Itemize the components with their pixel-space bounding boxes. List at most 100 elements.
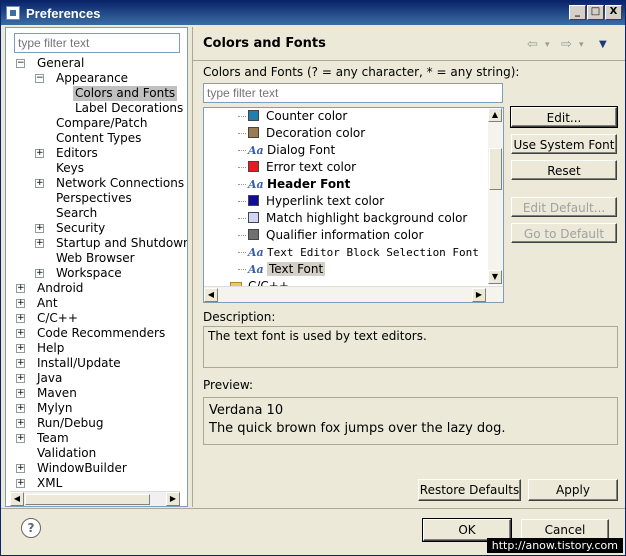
tree-connector bbox=[238, 167, 246, 168]
scroll-right-icon[interactable]: ▶ bbox=[472, 288, 486, 302]
back-arrow-icon[interactable]: ⇦ bbox=[527, 37, 538, 52]
tree-filter-input[interactable] bbox=[14, 33, 180, 53]
forward-arrow-icon[interactable]: ⇨ bbox=[561, 37, 572, 52]
expand-icon[interactable]: + bbox=[16, 479, 25, 488]
tree-item[interactable]: + Mylyn bbox=[6, 401, 187, 416]
tree-item[interactable]: Content Types bbox=[6, 131, 187, 146]
color-item[interactable]: Hyperlink text color bbox=[248, 193, 384, 210]
color-item[interactable]: Decoration color bbox=[248, 125, 365, 142]
tree-item[interactable]: + WindowBuilder bbox=[6, 461, 187, 476]
scroll-right-icon[interactable]: ▶ bbox=[166, 492, 180, 506]
edit-default-button[interactable]: Edit Default... bbox=[511, 197, 617, 217]
use-system-font-button[interactable]: Use System Font bbox=[511, 134, 617, 154]
expand-icon[interactable]: + bbox=[16, 284, 25, 293]
tree-item[interactable]: + Run/Debug bbox=[6, 416, 187, 431]
font-item[interactable]: Aa Text Font bbox=[248, 261, 326, 278]
item-label: Qualifier information color bbox=[266, 228, 424, 242]
scroll-thumb[interactable] bbox=[489, 148, 502, 190]
expand-icon[interactable]: + bbox=[16, 299, 25, 308]
tree-item[interactable]: + Security bbox=[6, 221, 187, 236]
tree-connector bbox=[238, 235, 246, 236]
tree-connector bbox=[238, 150, 246, 151]
back-history-chevron-icon[interactable]: ▾ bbox=[545, 40, 550, 50]
tree-item[interactable]: + C/C++ bbox=[6, 311, 187, 326]
tree-item[interactable]: Colors and Fonts bbox=[6, 86, 187, 101]
edit-button[interactable]: Edit... bbox=[510, 106, 618, 128]
tree-item[interactable]: + XML bbox=[6, 476, 187, 488]
reset-button[interactable]: Reset bbox=[511, 160, 617, 180]
expand-icon[interactable]: + bbox=[35, 179, 44, 188]
apply-button[interactable]: Apply bbox=[528, 479, 618, 501]
scroll-thumb[interactable] bbox=[25, 494, 150, 505]
expand-icon[interactable]: + bbox=[35, 269, 44, 278]
tree-item[interactable]: + Startup and Shutdown bbox=[6, 236, 187, 251]
scroll-left-icon[interactable]: ◀ bbox=[204, 288, 218, 302]
tree-item[interactable]: + Help bbox=[6, 341, 187, 356]
expand-icon[interactable]: + bbox=[16, 464, 25, 473]
color-item[interactable]: Qualifier information color bbox=[248, 227, 423, 244]
expand-icon[interactable]: + bbox=[16, 374, 25, 383]
tree-item[interactable]: + Network Connections bbox=[6, 176, 187, 191]
preferences-window: Preferences _ □ X −General−AppearanceCol… bbox=[0, 0, 626, 556]
minimize-button[interactable]: _ bbox=[569, 5, 586, 20]
expand-icon[interactable]: + bbox=[16, 434, 25, 443]
font-item[interactable]: Aa Text Editor Block Selection Font bbox=[248, 244, 479, 261]
tree-item[interactable]: Label Decorations bbox=[6, 101, 187, 116]
color-swatch-icon bbox=[248, 212, 259, 223]
scroll-down-icon[interactable]: ▼ bbox=[488, 270, 502, 284]
color-item[interactable]: Match highlight background color bbox=[248, 210, 467, 227]
tree-item[interactable]: − Appearance bbox=[6, 71, 187, 86]
expand-icon[interactable]: + bbox=[16, 359, 25, 368]
colors-filter-input[interactable] bbox=[203, 83, 503, 103]
tree-item[interactable]: + Install/Update bbox=[6, 356, 187, 371]
forward-history-chevron-icon[interactable]: ▾ bbox=[579, 40, 584, 50]
font-item[interactable]: Aa Dialog Font bbox=[248, 142, 335, 159]
tree-item[interactable]: − General bbox=[6, 56, 187, 71]
expand-icon[interactable]: + bbox=[16, 329, 25, 338]
tree-horizontal-scrollbar[interactable]: ◀ ▶ bbox=[10, 491, 180, 506]
collapse-icon[interactable]: − bbox=[16, 59, 25, 68]
tree-item-label: Security bbox=[56, 221, 106, 235]
tree-item-label: Perspectives bbox=[56, 191, 132, 205]
expand-icon[interactable]: + bbox=[16, 419, 25, 428]
tree-item[interactable]: + Android bbox=[6, 281, 187, 296]
maximize-button[interactable]: □ bbox=[587, 5, 604, 20]
tree-item[interactable]: Perspectives bbox=[6, 191, 187, 206]
tree-item[interactable]: + Team bbox=[6, 431, 187, 446]
item-label: Counter color bbox=[266, 109, 348, 123]
tree-item[interactable]: + Workspace bbox=[6, 266, 187, 281]
tree-item[interactable]: + Editors bbox=[6, 146, 187, 161]
tree-item-label: Colors and Fonts bbox=[73, 86, 178, 101]
tree-item[interactable]: Compare/Patch bbox=[6, 116, 187, 131]
expand-icon[interactable]: + bbox=[16, 344, 25, 353]
restore-defaults-button[interactable]: Restore Defaults bbox=[418, 479, 521, 501]
tree-item[interactable]: + Maven bbox=[6, 386, 187, 401]
expand-icon[interactable]: + bbox=[16, 389, 25, 398]
title-bar[interactable]: Preferences _ □ X bbox=[1, 1, 625, 25]
tree-item[interactable]: + Ant bbox=[6, 296, 187, 311]
expand-icon[interactable]: + bbox=[35, 224, 44, 233]
tree-item[interactable]: + Code Recommenders bbox=[6, 326, 187, 341]
expand-icon[interactable]: + bbox=[16, 314, 25, 323]
scroll-left-icon[interactable]: ◀ bbox=[10, 492, 24, 506]
close-button[interactable]: X bbox=[605, 5, 622, 20]
list-horizontal-scrollbar[interactable]: ◀ ▶ bbox=[204, 286, 503, 302]
tree-item[interactable]: Search bbox=[6, 206, 187, 221]
collapse-icon[interactable]: − bbox=[35, 74, 44, 83]
tree-item[interactable]: + Java bbox=[6, 371, 187, 386]
scroll-up-icon[interactable]: ▲ bbox=[488, 108, 502, 122]
expand-icon[interactable]: + bbox=[35, 149, 44, 158]
color-swatch-icon bbox=[248, 127, 259, 138]
view-menu-icon[interactable]: ▼ bbox=[599, 39, 607, 50]
font-item[interactable]: Aa Header Font bbox=[248, 176, 350, 193]
color-item[interactable]: Error text color bbox=[248, 159, 356, 176]
list-vertical-scrollbar[interactable]: ▲ ▼ bbox=[488, 108, 503, 285]
tree-item[interactable]: Keys bbox=[6, 161, 187, 176]
expand-icon[interactable]: + bbox=[35, 239, 44, 248]
expand-icon[interactable]: + bbox=[16, 404, 25, 413]
tree-item[interactable]: Web Browser bbox=[6, 251, 187, 266]
color-item[interactable]: Counter color bbox=[248, 108, 347, 125]
tree-item[interactable]: Validation bbox=[6, 446, 187, 461]
go-to-default-button[interactable]: Go to Default bbox=[511, 223, 617, 243]
help-icon[interactable]: ? bbox=[21, 518, 41, 538]
